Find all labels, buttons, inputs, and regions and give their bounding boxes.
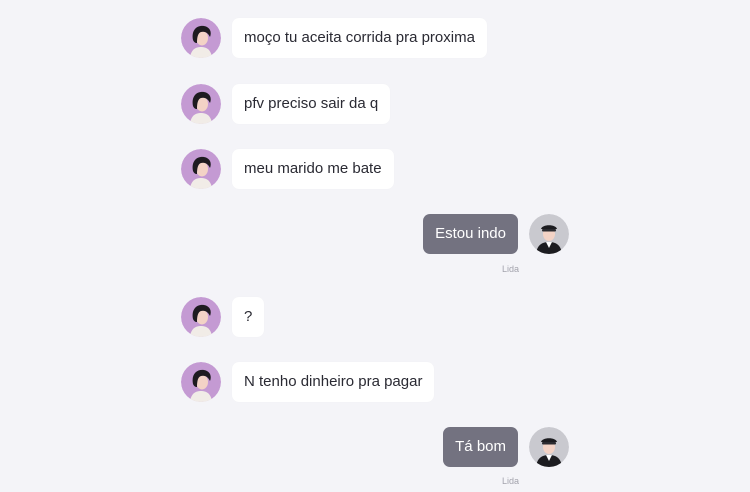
message-bubble: N tenho dinheiro pra pagar: [232, 362, 435, 402]
message-row-outgoing: Estou indo: [423, 214, 569, 254]
woman-avatar-icon: [181, 84, 221, 124]
message-bubble: moço tu aceita corrida pra proxima: [232, 18, 487, 58]
message-bubble: Estou indo: [423, 214, 518, 254]
message-row-incoming: pfv preciso sair da q: [181, 84, 391, 124]
message-bubble: ?: [232, 297, 265, 337]
message-row-incoming: moço tu aceita corrida pra proxima: [181, 18, 487, 58]
woman-avatar-icon: [181, 297, 221, 337]
message-bubble: pfv preciso sair da q: [232, 84, 391, 124]
message-row-incoming: ?: [181, 297, 265, 337]
message-bubble: meu marido me bate: [232, 149, 394, 189]
driver-avatar-icon: [529, 427, 569, 467]
driver-avatar-icon: [529, 214, 569, 254]
read-receipt: Lida: [501, 476, 519, 486]
chat-thread: moço tu aceita corrida pra proxima pfv p…: [0, 0, 750, 492]
woman-avatar-icon: [181, 362, 221, 402]
message-row-outgoing: Tá bom: [443, 427, 569, 467]
woman-avatar-icon: [181, 18, 221, 58]
message-row-incoming: N tenho dinheiro pra pagar: [181, 362, 435, 402]
read-receipt: Lida: [501, 264, 519, 274]
message-row-incoming: meu marido me bate: [181, 149, 394, 189]
message-bubble: Tá bom: [443, 427, 518, 467]
woman-avatar-icon: [181, 149, 221, 189]
